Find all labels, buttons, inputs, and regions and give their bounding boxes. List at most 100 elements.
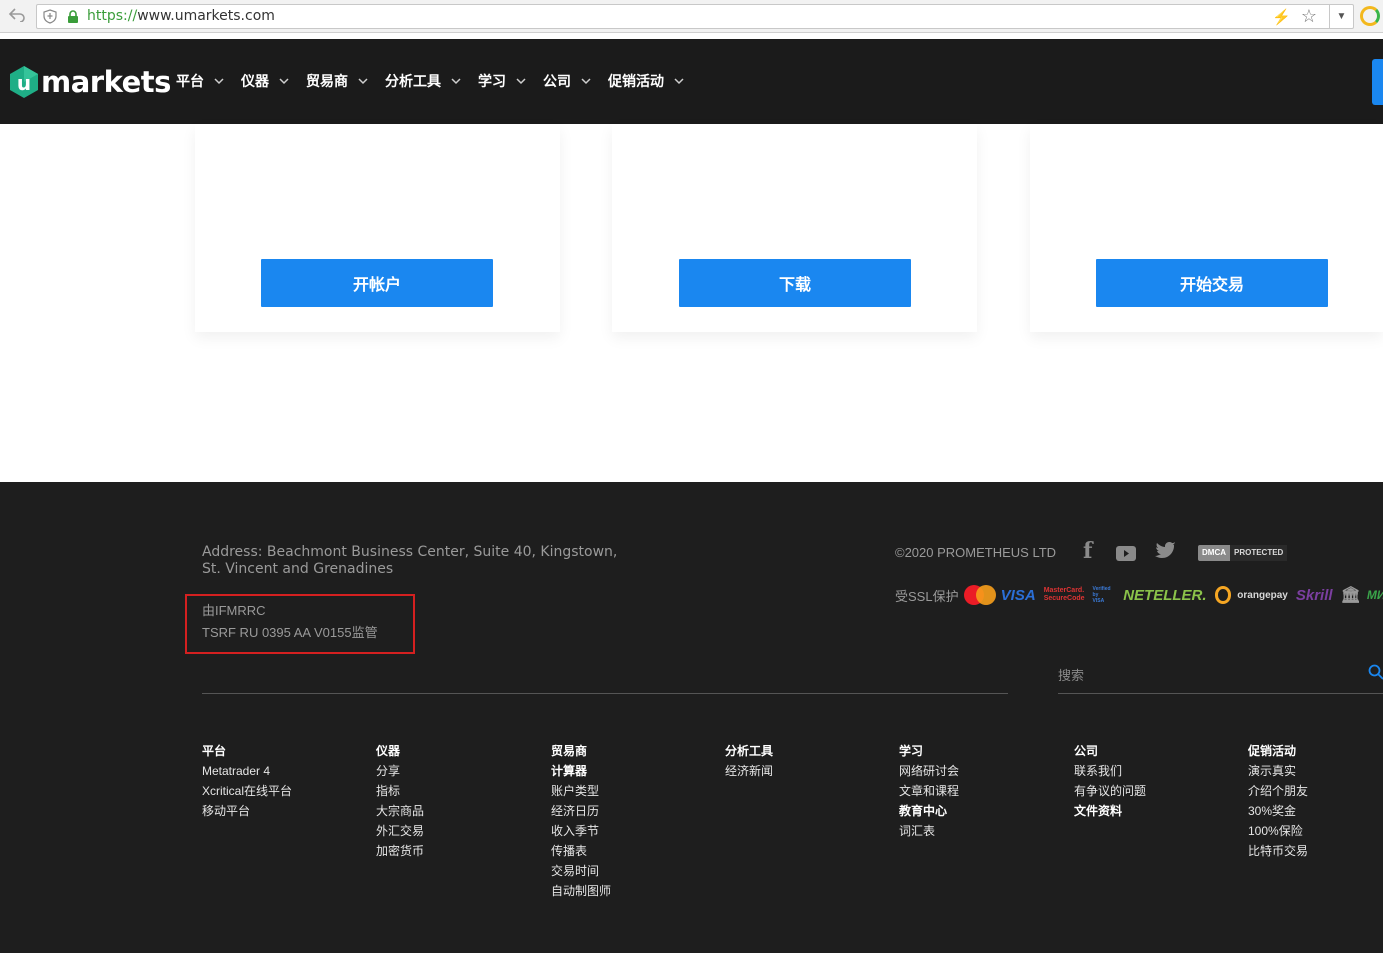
facebook-icon[interactable]: f: [1083, 538, 1092, 564]
footer-col-platform: 平台 Metatrader 4 Xcritical在线平台 移动平台: [202, 744, 292, 824]
nav-item-promotions[interactable]: 促销活动: [608, 71, 684, 91]
verified-by-visa-logo: Verified by VISA: [1093, 586, 1116, 604]
header-cta-button[interactable]: [1372, 59, 1383, 105]
search-icon[interactable]: [1368, 664, 1383, 680]
nav-item-instruments[interactable]: 仪器: [241, 71, 289, 91]
footer-link[interactable]: 计算器: [551, 764, 611, 778]
visa-logo: VISA: [1000, 586, 1036, 604]
footer-divider: [202, 693, 1008, 694]
youtube-icon[interactable]: [1116, 546, 1136, 561]
search-input[interactable]: [1058, 664, 1358, 686]
skrill-logo: Skrill: [1295, 586, 1333, 604]
footer-link[interactable]: 词汇表: [899, 824, 959, 838]
ssl-protected-label: 受SSL保护: [895, 589, 959, 604]
mc-securecode-line1: MasterCard.: [1043, 587, 1085, 594]
bookmark-star-icon[interactable]: ☆: [1301, 6, 1317, 27]
payment-methods: VISA MasterCard. SecureCode Verified by VI…: [964, 582, 1383, 608]
orangepay-logo: orangepay: [1237, 589, 1288, 601]
footer-link[interactable]: 有争议的问题: [1074, 784, 1146, 798]
mastercard-icon: [964, 585, 996, 605]
footer-link[interactable]: 演示真实: [1248, 764, 1308, 778]
main-nav: 平台 仪器 贸易商 分析工具 学习 公司 促销活动: [176, 71, 701, 91]
open-account-card: 开帐户: [195, 124, 560, 332]
shield-icon[interactable]: [43, 9, 57, 24]
footer-link[interactable]: 比特币交易: [1248, 844, 1308, 858]
lightning-icon[interactable]: ⚡: [1272, 8, 1291, 26]
browser-toolbar: https://www.umarkets.com ⚡ ☆ ▼: [0, 0, 1383, 33]
dmca-protected-badge[interactable]: DMCA PROTECTED: [1198, 545, 1294, 561]
start-trading-button[interactable]: 开始交易: [1096, 259, 1328, 307]
footer-col-heading: 公司: [1074, 744, 1099, 758]
footer-link[interactable]: 30%奖金: [1248, 804, 1308, 818]
footer-col-heading: 平台: [202, 744, 227, 758]
footer-link[interactable]: 联系我们: [1074, 764, 1146, 778]
chevron-down-icon: [674, 78, 684, 85]
lock-icon: [68, 10, 78, 23]
footer-col-traders: 贸易商 计算器 账户类型 经济日历 收入季节 传播表 交易时间 自动制图师: [551, 744, 611, 904]
nav-label: 公司: [543, 73, 571, 89]
footer-link[interactable]: 文件资料: [1074, 804, 1146, 818]
footer-col-company: 公司 联系我们 有争议的问题 文件资料: [1074, 744, 1146, 824]
nav-label: 仪器: [241, 73, 269, 89]
address-bar[interactable]: https://www.umarkets.com ⚡ ☆ ▼: [36, 4, 1354, 29]
footer-col-heading: 学习: [899, 744, 924, 758]
footer-col-heading: 仪器: [376, 744, 401, 758]
nav-label: 促销活动: [608, 73, 664, 89]
footer-link[interactable]: Xcritical在线平台: [202, 784, 292, 798]
open-account-button[interactable]: 开帐户: [261, 259, 493, 307]
browser-extension-icon[interactable]: [1360, 6, 1380, 26]
download-button[interactable]: 下载: [679, 259, 911, 307]
orangepay-icon: [1214, 586, 1232, 604]
vbv-line1: Verified by: [1092, 586, 1111, 598]
vbv-line2: VISA: [1092, 598, 1105, 604]
nav-item-analytics[interactable]: 分析工具: [385, 71, 461, 91]
footer-link[interactable]: 经济新闻: [725, 764, 773, 778]
footer-link[interactable]: 传播表: [551, 844, 611, 858]
mc-securecode-line2: SecureCode: [1043, 595, 1085, 602]
url-dropdown-button[interactable]: ▼: [1329, 4, 1353, 29]
copyright-text: ©2020 PROMETHEUS LTD: [895, 545, 1057, 560]
url-text[interactable]: https://www.umarkets.com: [87, 8, 275, 24]
twitter-icon[interactable]: [1155, 542, 1177, 560]
chevron-down-icon: [516, 78, 526, 85]
nav-label: 平台: [176, 73, 204, 89]
footer-link[interactable]: Metatrader 4: [202, 764, 292, 778]
logo-text: markets: [41, 65, 171, 99]
umarkets-logo[interactable]: u markets: [9, 63, 171, 101]
footer-link[interactable]: 收入季节: [551, 824, 611, 838]
regulation-text-line2: TSRF RU 0395 AA V0155监管: [202, 625, 378, 640]
nav-item-traders[interactable]: 贸易商: [306, 71, 368, 91]
footer-link[interactable]: 经济日历: [551, 804, 611, 818]
footer-link[interactable]: 大宗商品: [376, 804, 424, 818]
logo-letter: u: [17, 71, 31, 95]
nav-item-platform[interactable]: 平台: [176, 71, 224, 91]
footer-link[interactable]: 外汇交易: [376, 824, 424, 838]
footer-link[interactable]: 加密货币: [376, 844, 424, 858]
start-trading-card: 开始交易: [1030, 124, 1383, 332]
footer-link[interactable]: 100%保险: [1248, 824, 1308, 838]
footer-col-instruments: 仪器 分享 指标 大宗商品 外汇交易 加密货币: [376, 744, 424, 864]
footer-link[interactable]: 指标: [376, 784, 424, 798]
footer-link[interactable]: 交易时间: [551, 864, 611, 878]
back-icon[interactable]: [6, 6, 28, 26]
site-header: u markets 平台 仪器 贸易商 分析工具 学习 公司 促销活动: [0, 39, 1383, 124]
url-scheme: https://: [87, 8, 138, 24]
footer-link[interactable]: 网络研讨会: [899, 764, 959, 778]
footer-col-learning: 学习 网络研讨会 文章和课程 教育中心 词汇表: [899, 744, 959, 844]
url-host: www.umarkets.com: [137, 8, 275, 24]
footer-col-promotions: 促销活动 演示真实 介绍个朋友 30%奖金 100%保险 比特币交易: [1248, 744, 1308, 864]
footer-link[interactable]: 教育中心: [899, 804, 959, 818]
nav-item-company[interactable]: 公司: [543, 71, 591, 91]
footer-col-heading: 促销活动: [1248, 744, 1297, 758]
footer-link[interactable]: 分享: [376, 764, 424, 778]
neteller-logo: NETELLER.: [1123, 586, 1207, 604]
nav-label: 分析工具: [385, 73, 441, 89]
footer-link[interactable]: 移动平台: [202, 804, 292, 818]
footer-col-analytics: 分析工具 经济新闻: [725, 744, 773, 784]
footer-link[interactable]: 文章和课程: [899, 784, 959, 798]
nav-item-learning[interactable]: 学习: [478, 71, 526, 91]
footer-link[interactable]: 账户类型: [551, 784, 611, 798]
footer-link[interactable]: 介绍个朋友: [1248, 784, 1308, 798]
download-card: 下载: [612, 124, 977, 332]
footer-link[interactable]: 自动制图师: [551, 884, 611, 898]
